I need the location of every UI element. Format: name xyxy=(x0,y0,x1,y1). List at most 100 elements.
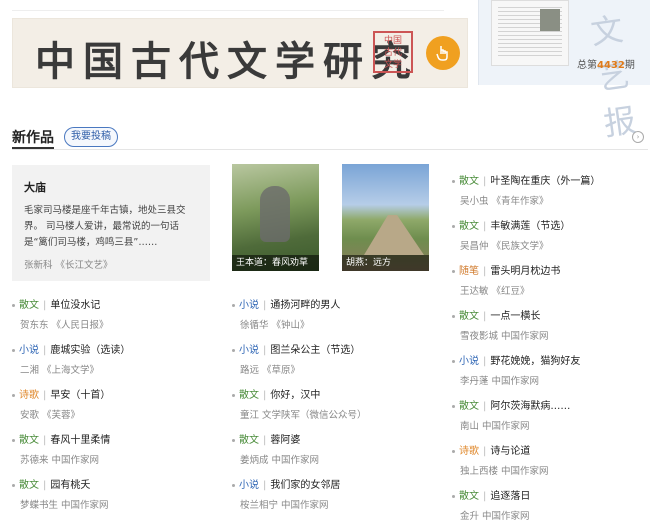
photo-card-1[interactable]: 王本道：春风劝草 xyxy=(232,164,319,271)
bullet-icon xyxy=(232,393,235,397)
bullet-icon xyxy=(452,314,455,318)
list-item-title-row[interactable]: 小说 | 图兰朵公主（节选） xyxy=(232,341,432,356)
article-title[interactable]: 单位没水记 xyxy=(50,300,100,311)
hand-pointer-icon[interactable] xyxy=(426,36,460,70)
separator: | xyxy=(483,311,487,322)
category-label[interactable]: 小说 xyxy=(19,345,39,356)
list-item[interactable]: 散文 | 春风十里柔情 苏德来 中国作家网 xyxy=(12,431,212,471)
article-title[interactable]: 图兰朵公主（节选） xyxy=(270,345,360,356)
category-label[interactable]: 散文 xyxy=(19,480,39,491)
list-item-title-row[interactable]: 小说 | 野花娩娩，猫狗好友 xyxy=(452,352,650,367)
list-item-title-row[interactable]: 小说 | 通扬河畔的男人 xyxy=(232,296,432,311)
list-item-title-row[interactable]: 诗歌 | 早安（十首） xyxy=(12,386,212,401)
list-item[interactable]: 散文 | 一点一横长 雪夜影城 中国作家网 xyxy=(452,307,650,347)
article-title[interactable]: 野花娩娩，猫狗好友 xyxy=(490,356,580,367)
list-item-title-row[interactable]: 散文 | 叶圣陶在重庆（外一篇） xyxy=(452,172,650,187)
list-item[interactable]: 随笔 | 雷头明月枕边书 王达敏 《红豆》 xyxy=(452,262,650,302)
separator: | xyxy=(483,446,487,457)
category-label[interactable]: 散文 xyxy=(459,221,479,232)
featured-card[interactable]: 大庙 毛家司马楼是座千年古镇，地处三县交界。 司马楼人爱讲，最常说的一句话是“篱… xyxy=(12,165,210,281)
article-title[interactable]: 叶圣陶在重庆（外一篇） xyxy=(490,176,600,187)
list-item[interactable]: 散文 | 追逐落日金升 中国作家网 xyxy=(452,487,650,527)
list-item[interactable]: 小说 | 图兰朵公主（节选） 路远 《草原》 xyxy=(232,341,432,381)
article-title[interactable]: 园有桃夭 xyxy=(50,480,90,491)
list-item[interactable]: 诗歌 | 早安（十首） 安歌 《芙蓉》 xyxy=(12,386,212,426)
category-label[interactable]: 散文 xyxy=(19,300,39,311)
category-label[interactable]: 小说 xyxy=(239,345,259,356)
list-item[interactable]: 散文 | 园有桃夭 梦蝶书生 中国作家网 xyxy=(12,476,212,516)
category-label[interactable]: 散文 xyxy=(239,390,259,401)
list-item[interactable]: 诗歌 | 诗与论道 独上西楼 中国作家网 xyxy=(452,442,650,482)
article-title[interactable]: 通扬河畔的男人 xyxy=(270,300,340,311)
featured-title[interactable]: 大庙 xyxy=(24,179,198,195)
separator: | xyxy=(43,390,47,401)
newspaper-thumbnail[interactable] xyxy=(491,0,569,66)
article-title[interactable]: 丰敏满莲（节选） xyxy=(490,221,570,232)
article-meta: 徐循华 《钟山》 xyxy=(240,320,310,331)
list-item[interactable]: 散文 | 丰敏满莲（节选） 吴昌仲 《民族文学》 xyxy=(452,217,650,257)
list-item-title-row[interactable]: 散文 | 你好，汉中 xyxy=(232,386,432,401)
category-label[interactable]: 小说 xyxy=(459,356,479,367)
list-item-title-row[interactable]: 随笔 | 雷头明月枕边书 xyxy=(452,262,650,277)
list-item-title-row[interactable]: 散文 | 蓉阿婆 xyxy=(232,431,432,446)
bullet-icon xyxy=(12,303,15,307)
article-title[interactable]: 蓉阿婆 xyxy=(270,435,300,446)
photo-card-2[interactable]: 胡燕：远方 xyxy=(342,164,429,271)
list-item-title-row[interactable]: 散文 | 一点一横长 xyxy=(452,307,650,322)
article-title[interactable]: 鹿城实验（选读） xyxy=(50,345,130,356)
category-label[interactable]: 诗歌 xyxy=(19,390,39,401)
separator: | xyxy=(43,300,47,311)
article-title[interactable]: 一点一横长 xyxy=(490,311,540,322)
category-label[interactable]: 小说 xyxy=(239,480,259,491)
category-label[interactable]: 散文 xyxy=(459,311,479,322)
list-item[interactable]: 散文 | 阿尔茨海默病…… 南山 中国作家网 xyxy=(452,397,650,437)
list-item-title-row[interactable]: 散文 | 园有桃夭 xyxy=(12,476,212,491)
banner-title: 中国古代文学研究 xyxy=(35,38,419,85)
separator: | xyxy=(263,390,267,401)
list-item[interactable]: 散文 | 叶圣陶在重庆（外一篇） 吴小虫 《青年作家》 xyxy=(452,172,650,212)
list-item[interactable]: 散文 | 你好，汉中 童江 文学陕军（微信公众号） xyxy=(232,386,432,426)
category-label[interactable]: 诗歌 xyxy=(459,446,479,457)
article-title[interactable]: 早安（十首） xyxy=(50,390,110,401)
list-item-title-row[interactable]: 散文 | 阿尔茨海默病…… xyxy=(452,397,650,412)
section-underline xyxy=(12,147,54,149)
category-label[interactable]: 小说 xyxy=(239,300,259,311)
category-label[interactable]: 散文 xyxy=(459,176,479,187)
article-title[interactable]: 诗与论道 xyxy=(490,446,530,457)
article-title[interactable]: 雷头明月枕边书 xyxy=(490,266,560,277)
list-item[interactable]: 散文 | 单位没水记贺东东 《人民日报》 xyxy=(12,296,212,336)
list-item[interactable]: 小说 | 鹿城实验（选读） 二湘 《上海文学》 xyxy=(12,341,212,381)
banner-ad[interactable]: 中国古代文学研究 中国 古代 文学 xyxy=(12,18,468,88)
article-title[interactable]: 我们家的女邻居 xyxy=(270,480,340,491)
list-item-title-row[interactable]: 诗歌 | 诗与论道 xyxy=(452,442,650,457)
list-item[interactable]: 散文 | 蓉阿婆 姜炳成 中国作家网 xyxy=(232,431,432,471)
article-title[interactable]: 阿尔茨海默病…… xyxy=(490,401,570,412)
category-label[interactable]: 散文 xyxy=(459,401,479,412)
list-item-title-row[interactable]: 小说 | 我们家的女邻居 xyxy=(232,476,432,491)
list-item[interactable]: 小说 | 我们家的女邻居 桉兰相宁 中国作家网 xyxy=(232,476,432,516)
list-item-title-row[interactable]: 小说 | 鹿城实验（选读） xyxy=(12,341,212,356)
bullet-icon xyxy=(12,348,15,352)
separator: | xyxy=(483,356,487,367)
category-label[interactable]: 散文 xyxy=(459,491,479,502)
list-item[interactable]: 小说 | 野花娩娩，猫狗好友 李丹蓬 中国作家网 xyxy=(452,352,650,392)
more-arrow-icon[interactable]: › xyxy=(632,131,644,143)
submit-work-button[interactable]: 我要投稿 xyxy=(64,127,118,147)
article-title[interactable]: 春风十里柔情 xyxy=(50,435,110,446)
seal-stamp: 中国 古代 文学 xyxy=(373,31,413,73)
article-title[interactable]: 追逐落日 xyxy=(490,491,530,502)
category-label[interactable]: 散文 xyxy=(19,435,39,446)
list-item-title-row[interactable]: 散文 | 春风十里柔情 xyxy=(12,431,212,446)
bullet-icon xyxy=(452,404,455,408)
category-label[interactable]: 随笔 xyxy=(459,266,479,277)
article-meta: 金升 中国作家网 xyxy=(460,511,530,522)
list-item-title-row[interactable]: 散文 | 单位没水记 xyxy=(12,296,212,311)
list-item-title-row[interactable]: 散文 | 丰敏满莲（节选） xyxy=(452,217,650,232)
list-item-title-row[interactable]: 散文 | 追逐落日 xyxy=(452,487,650,502)
list-item[interactable]: 小说 | 通扬河畔的男人徐循华 《钟山》 xyxy=(232,296,432,336)
category-label[interactable]: 散文 xyxy=(239,435,259,446)
article-meta: 贺东东 《人民日报》 xyxy=(20,320,109,331)
article-title[interactable]: 你好，汉中 xyxy=(270,390,320,401)
separator: | xyxy=(43,480,47,491)
newspaper-panel[interactable]: 文艺报 总第4432期 xyxy=(478,0,650,143)
